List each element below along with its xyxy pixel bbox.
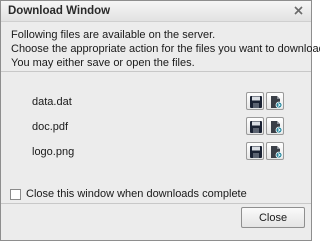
close-icon[interactable] bbox=[292, 5, 305, 17]
intro-text: Following files are available on the ser… bbox=[11, 28, 320, 70]
close-button[interactable]: Close bbox=[241, 207, 305, 228]
file-row: data.dat bbox=[1, 92, 311, 117]
file-row: doc.pdf bbox=[1, 117, 311, 142]
title-bar[interactable]: Download Window bbox=[1, 1, 311, 22]
close-when-complete-option[interactable]: Close this window when downloads complet… bbox=[10, 187, 247, 201]
intro-line: You may either save or open the files. bbox=[11, 57, 195, 69]
save-file-button[interactable] bbox=[246, 92, 264, 110]
divider bbox=[1, 71, 311, 72]
download-window: Download Window Following files are avai… bbox=[0, 0, 320, 241]
open-file-button[interactable] bbox=[266, 92, 284, 110]
save-file-button[interactable] bbox=[246, 142, 264, 160]
open-file-icon bbox=[271, 96, 283, 109]
file-row: logo.png bbox=[1, 142, 311, 167]
divider bbox=[1, 203, 311, 204]
file-name: data.dat bbox=[32, 96, 72, 108]
file-name: doc.pdf bbox=[32, 121, 69, 133]
floppy-disk-icon bbox=[250, 146, 262, 158]
file-name: logo.png bbox=[32, 146, 75, 158]
save-file-button[interactable] bbox=[246, 117, 264, 135]
close-when-complete-checkbox[interactable] bbox=[10, 188, 21, 200]
intro-line: Choose the appropriate action for the fi… bbox=[11, 43, 320, 55]
window-title: Download Window bbox=[8, 5, 111, 17]
open-file-icon bbox=[271, 146, 283, 159]
floppy-disk-icon bbox=[250, 121, 262, 133]
file-list: data.dat doc.pdf logo.png bbox=[1, 92, 311, 167]
open-file-button[interactable] bbox=[266, 142, 284, 160]
open-file-button[interactable] bbox=[266, 117, 284, 135]
intro-line: Following files are available on the ser… bbox=[11, 29, 216, 41]
floppy-disk-icon bbox=[250, 96, 262, 108]
open-file-icon bbox=[271, 121, 283, 134]
close-when-complete-label: Close this window when downloads complet… bbox=[26, 188, 247, 200]
